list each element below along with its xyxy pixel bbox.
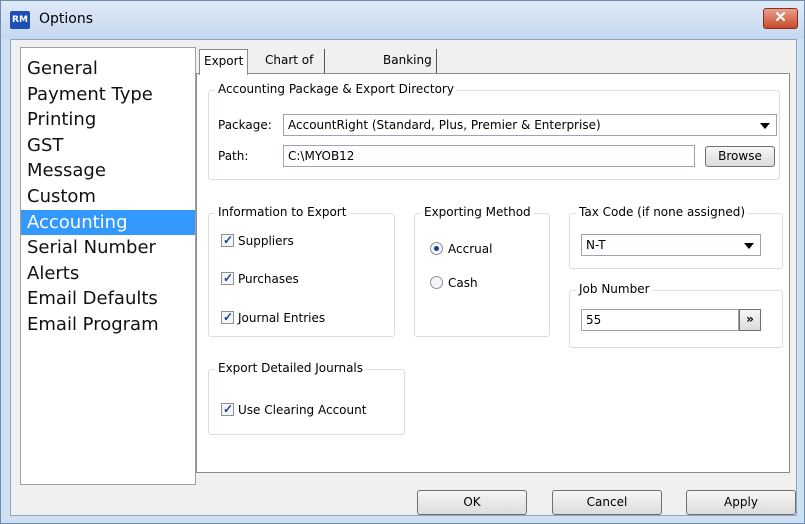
title-bar[interactable]: RM Options ✕ bbox=[1, 1, 804, 39]
package-dropdown[interactable]: AccountRight (Standard, Plus, Premier & … bbox=[283, 114, 777, 136]
job-lookup-button[interactable]: » bbox=[739, 309, 761, 331]
journal-entries-label: Journal Entries bbox=[238, 311, 326, 325]
package-value: AccountRight (Standard, Plus, Premier & … bbox=[288, 118, 601, 132]
check-icon: ✓ bbox=[223, 271, 234, 285]
export-detailed-journals-group: Export Detailed Journals ✓ Use Clearing … bbox=[208, 361, 405, 435]
app-icon: RM bbox=[10, 11, 30, 29]
dialog-client-area: General Payment Type Printing GST Messag… bbox=[10, 39, 797, 516]
chevron-down-icon bbox=[760, 123, 770, 129]
purchases-checkbox[interactable]: ✓ bbox=[221, 271, 234, 285]
cash-radio[interactable] bbox=[430, 276, 443, 289]
cash-label: Cash bbox=[448, 276, 478, 290]
tab-banking-export[interactable]: Banking Export bbox=[379, 49, 437, 89]
journal-entries-checkbox[interactable]: ✓ bbox=[221, 310, 234, 324]
tax-code-value: N-T bbox=[586, 238, 606, 252]
export-tab-panel: Accounting Package & Export Directory Pa… bbox=[196, 73, 790, 473]
nav-item-email-program[interactable]: Email Program bbox=[21, 312, 195, 338]
accrual-radio[interactable] bbox=[430, 242, 443, 255]
path-label: Path: bbox=[218, 149, 249, 163]
check-icon: ✓ bbox=[223, 233, 234, 247]
path-input[interactable]: C:\MYOB12 bbox=[283, 145, 695, 167]
exporting-method-group: Exporting Method Accrual Cash bbox=[414, 205, 550, 337]
nav-item-custom[interactable]: Custom bbox=[21, 184, 195, 210]
radio-dot-icon bbox=[434, 246, 439, 251]
job-number-input[interactable]: 55 bbox=[581, 309, 739, 331]
suppliers-checkbox[interactable]: ✓ bbox=[221, 233, 234, 247]
tax-code-group: Tax Code (if none assigned) N-T bbox=[569, 205, 783, 269]
nav-item-message[interactable]: Message bbox=[21, 158, 195, 184]
suppliers-label: Suppliers bbox=[238, 234, 294, 248]
cancel-button[interactable]: Cancel bbox=[552, 490, 662, 515]
package-group: Accounting Package & Export Directory Pa… bbox=[208, 82, 780, 180]
job-number-title: Job Number bbox=[576, 282, 653, 296]
nav-item-payment-type[interactable]: Payment Type bbox=[21, 82, 195, 108]
nav-item-serial-number[interactable]: Serial Number bbox=[21, 235, 195, 261]
ok-button[interactable]: OK bbox=[417, 490, 527, 515]
package-label: Package: bbox=[218, 118, 272, 132]
information-to-export-title: Information to Export bbox=[215, 205, 350, 219]
use-clearing-account-checkbox[interactable]: ✓ bbox=[221, 402, 234, 416]
nav-item-email-defaults[interactable]: Email Defaults bbox=[21, 286, 195, 312]
check-icon: ✓ bbox=[223, 310, 234, 324]
nav-item-alerts[interactable]: Alerts bbox=[21, 261, 195, 287]
close-icon: ✕ bbox=[774, 9, 787, 26]
close-button[interactable]: ✕ bbox=[763, 8, 798, 29]
window-title: Options bbox=[39, 11, 94, 27]
exporting-method-title: Exporting Method bbox=[421, 205, 534, 219]
tax-code-dropdown[interactable]: N-T bbox=[581, 234, 761, 256]
category-list[interactable]: General Payment Type Printing GST Messag… bbox=[20, 47, 196, 485]
tax-code-title: Tax Code (if none assigned) bbox=[576, 205, 749, 219]
double-chevron-right-icon: » bbox=[746, 312, 754, 326]
check-icon: ✓ bbox=[223, 402, 234, 416]
browse-button[interactable]: Browse bbox=[705, 146, 775, 167]
apply-button[interactable]: Apply bbox=[686, 490, 796, 515]
options-window: RM Options ✕ General Payment Type Printi… bbox=[0, 0, 805, 524]
export-detailed-journals-title: Export Detailed Journals bbox=[215, 361, 367, 375]
tab-chart-of-accounts[interactable]: Chart of Accounts bbox=[261, 49, 325, 89]
path-value: C:\MYOB12 bbox=[288, 149, 355, 163]
job-number-group: Job Number 55 » bbox=[569, 282, 783, 348]
use-clearing-account-label: Use Clearing Account bbox=[238, 403, 367, 417]
information-to-export-group: Information to Export ✓ Suppliers ✓ Purc… bbox=[208, 205, 395, 337]
nav-item-accounting[interactable]: Accounting bbox=[21, 209, 195, 236]
tab-export[interactable]: Export bbox=[199, 49, 249, 75]
job-number-value: 55 bbox=[586, 313, 602, 327]
package-group-title: Accounting Package & Export Directory bbox=[215, 82, 457, 96]
chevron-down-icon bbox=[744, 243, 754, 249]
accrual-label: Accrual bbox=[448, 242, 493, 256]
purchases-label: Purchases bbox=[238, 272, 299, 286]
nav-item-gst[interactable]: GST bbox=[21, 133, 195, 159]
nav-item-general[interactable]: General bbox=[21, 56, 195, 82]
nav-item-printing[interactable]: Printing bbox=[21, 107, 195, 133]
